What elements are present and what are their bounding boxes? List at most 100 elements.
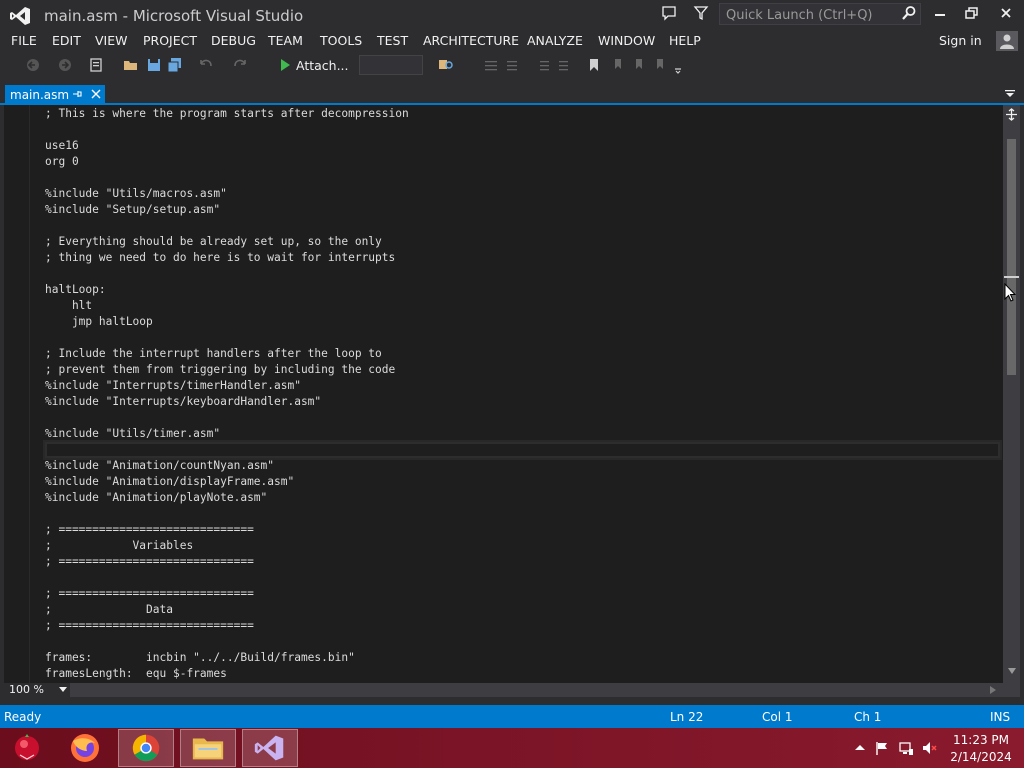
chrome-icon[interactable]: [118, 729, 174, 767]
feedback-icon[interactable]: [661, 5, 677, 21]
code-line[interactable]: use16: [45, 138, 1000, 154]
bookmark-icon[interactable]: [585, 56, 603, 74]
decrease-indent-icon[interactable]: [534, 56, 552, 74]
code-line[interactable]: ; =============================: [45, 618, 1000, 634]
code-line[interactable]: [45, 570, 1000, 586]
zoom-level-combo[interactable]: 100 %: [4, 683, 70, 697]
code-lines[interactable]: ; This is where the program starts after…: [43, 106, 1002, 682]
chevron-down-icon[interactable]: [59, 687, 67, 693]
code-line[interactable]: [45, 506, 1000, 522]
save-icon[interactable]: [145, 56, 163, 74]
next-bookmark-icon[interactable]: [630, 56, 648, 74]
tab-main-asm[interactable]: main.asm: [5, 85, 105, 104]
code-line[interactable]: ; Data: [45, 602, 1000, 618]
code-line[interactable]: [45, 218, 1000, 234]
code-line[interactable]: ; Include the interrupt handlers after t…: [45, 346, 1000, 362]
menu-view[interactable]: VIEW: [95, 33, 128, 48]
menu-analyze[interactable]: ANALYZE: [527, 33, 583, 48]
open-file-icon[interactable]: [122, 56, 140, 74]
editor-margin[interactable]: [4, 105, 30, 683]
menu-tools[interactable]: TOOLS: [320, 33, 362, 48]
code-line[interactable]: %include "Interrupts/timerHandler.asm": [45, 378, 1000, 394]
code-line[interactable]: %include "Animation/countNyan.asm": [45, 458, 1000, 474]
filter-icon[interactable]: [693, 5, 709, 21]
vertical-scrollbar[interactable]: [1003, 105, 1020, 683]
restore-button[interactable]: [956, 0, 988, 28]
code-line[interactable]: ; Variables: [45, 538, 1000, 554]
horizontal-scroll-bar[interactable]: 100 %: [4, 683, 1020, 697]
visual-studio-taskbar-icon[interactable]: [242, 729, 298, 767]
menu-debug[interactable]: DEBUG: [211, 33, 256, 48]
menu-test[interactable]: TEST: [377, 33, 408, 48]
search-icon[interactable]: [901, 5, 917, 21]
account-icon[interactable]: [996, 31, 1018, 51]
code-line[interactable]: frames: incbin "../../Build/frames.bin": [45, 650, 1000, 666]
code-line[interactable]: %include "Interrupts/keyboardHandler.asm…: [45, 394, 1000, 410]
code-line[interactable]: jmp haltLoop: [45, 314, 1000, 330]
menu-help[interactable]: HELP: [669, 33, 701, 48]
sign-in-link[interactable]: Sign in: [939, 33, 982, 48]
code-line[interactable]: ; =============================: [45, 586, 1000, 602]
new-project-icon[interactable]: [88, 56, 106, 74]
code-line[interactable]: %include "Setup/setup.asm": [45, 202, 1000, 218]
clock-time[interactable]: 11:23 PM: [950, 733, 1012, 747]
code-line[interactable]: [45, 266, 1000, 282]
file-explorer-icon[interactable]: [180, 729, 236, 767]
menu-window[interactable]: WINDOW: [598, 33, 655, 48]
navigate-forward-icon[interactable]: [56, 56, 74, 74]
previous-bookmark-icon[interactable]: [608, 56, 626, 74]
clear-bookmarks-icon[interactable]: [652, 56, 670, 74]
start-orb-icon[interactable]: [0, 729, 56, 767]
find-in-files-icon[interactable]: [437, 56, 455, 74]
code-line[interactable]: [45, 330, 1000, 346]
navigate-back-icon[interactable]: [24, 56, 42, 74]
pin-icon[interactable]: [71, 88, 83, 100]
scrollbar-thumb[interactable]: [1007, 139, 1016, 375]
menu-project[interactable]: PROJECT: [143, 33, 197, 48]
code-line[interactable]: ; Everything should be already set up, s…: [45, 234, 1000, 250]
comment-out-icon[interactable]: [482, 56, 500, 74]
minimize-button[interactable]: [924, 0, 956, 28]
code-line[interactable]: hlt: [45, 298, 1000, 314]
undo-icon[interactable]: [197, 56, 215, 74]
show-hidden-icons-icon[interactable]: [852, 740, 868, 756]
firefox-icon[interactable]: [57, 729, 113, 767]
toolbar-options-icon[interactable]: [672, 56, 690, 74]
code-line[interactable]: %include "Utils/timer.asm": [45, 426, 1000, 442]
close-window-button[interactable]: [990, 0, 1022, 28]
uncomment-icon[interactable]: [504, 56, 522, 74]
code-line[interactable]: %include "Utils/macros.asm": [45, 186, 1000, 202]
close-tab-icon[interactable]: [90, 88, 102, 100]
code-line[interactable]: ; prevent them from triggering by includ…: [45, 362, 1000, 378]
menu-edit[interactable]: EDIT: [52, 33, 81, 48]
menu-team[interactable]: TEAM: [268, 33, 303, 48]
code-line[interactable]: org 0: [45, 154, 1000, 170]
menu-file[interactable]: FILE: [11, 33, 37, 48]
tab-dropdown-icon[interactable]: [1005, 90, 1015, 98]
code-line[interactable]: haltLoop:: [45, 282, 1000, 298]
attach-label[interactable]: Attach...: [296, 58, 349, 73]
volume-muted-icon[interactable]: [921, 740, 937, 756]
menu-architecture[interactable]: ARCHITECTURE: [423, 33, 519, 48]
action-center-flag-icon[interactable]: [874, 740, 890, 756]
code-line[interactable]: ; =============================: [45, 554, 1000, 570]
code-line[interactable]: [45, 122, 1000, 138]
redo-icon[interactable]: [231, 56, 249, 74]
increase-indent-icon[interactable]: [556, 56, 574, 74]
code-line[interactable]: %include "Animation/displayFrame.asm": [45, 474, 1000, 490]
start-debugging-icon[interactable]: [276, 56, 294, 74]
quick-launch-input[interactable]: [719, 3, 921, 25]
current-code-line[interactable]: [43, 440, 1002, 460]
clock-date[interactable]: 2/14/2024: [950, 750, 1012, 764]
code-line[interactable]: ; This is where the program starts after…: [45, 106, 1000, 122]
network-icon[interactable]: [898, 740, 914, 756]
code-line[interactable]: ; thing we need to do here is to wait fo…: [45, 250, 1000, 266]
solution-configuration-combo[interactable]: [359, 55, 423, 75]
code-line[interactable]: ; =============================: [45, 522, 1000, 538]
code-line[interactable]: [45, 170, 1000, 186]
code-line[interactable]: framesLength: equ $-frames: [45, 666, 1000, 682]
save-all-icon[interactable]: [166, 56, 184, 74]
scroll-right-icon[interactable]: [990, 686, 996, 694]
scroll-down-icon[interactable]: [1007, 667, 1017, 675]
code-line[interactable]: [45, 410, 1000, 426]
